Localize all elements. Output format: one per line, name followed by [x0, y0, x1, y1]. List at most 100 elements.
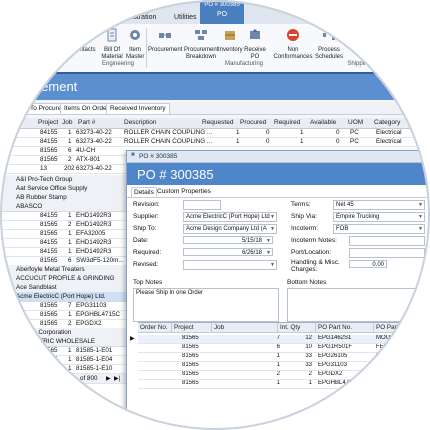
- terms-field[interactable]: Net 45 ▼: [333, 200, 425, 210]
- col-po-part-no[interactable]: PO Part No.: [316, 323, 374, 333]
- col-procured[interactable]: Procured: [240, 119, 266, 126]
- top-notes-field[interactable]: Please Ship in one Order: [133, 288, 279, 322]
- date-field[interactable]: 5/15/18 ▼: [183, 236, 273, 244]
- cell-part: 63273-40-22: [76, 129, 112, 136]
- cell-uom: PC: [350, 129, 359, 136]
- po-title-bar: PO # 300385: [127, 163, 430, 185]
- tab-received-inventory[interactable]: Received Inventory: [106, 103, 170, 115]
- supplier-field[interactable]: Acme ElectricC (Port Hope) Ltd ▼: [183, 212, 277, 222]
- receive-po-button[interactable]: Receive PO: [244, 28, 266, 61]
- cell-job: 1: [68, 230, 72, 237]
- cell-part: EPGHBL4715C: [76, 311, 121, 318]
- shipping-button[interactable]: Sh...: [350, 28, 368, 54]
- chevron-down-icon[interactable]: ▼: [418, 201, 423, 209]
- col-order-no[interactable]: Order No.: [138, 323, 172, 333]
- ship-to-field[interactable]: Acme Design Company Ltd (A ▼: [183, 224, 277, 234]
- pager-last-icon[interactable]: ▶|: [114, 375, 120, 382]
- po-line-row[interactable]: ▶ 81565 7 12 EPG1462S1 MOUNTING BRA...: [130, 335, 430, 344]
- bottom-notes-field[interactable]: [287, 288, 427, 322]
- cell-project: 81565: [40, 365, 58, 372]
- tab-custom-properties[interactable]: Custom Properties: [155, 187, 213, 196]
- group-engineering: Engineering: [101, 61, 135, 67]
- pager-next-icon[interactable]: ▶: [106, 375, 111, 382]
- item-master-button[interactable]: Item Master: [126, 28, 144, 61]
- procurement-icon: [159, 33, 171, 38]
- ship-via-value: Empire Trucking: [336, 214, 380, 220]
- handling-charges-field[interactable]: 0.00: [349, 260, 387, 268]
- tab-po-context[interactable]: PO # 300385 PO: [200, 0, 244, 24]
- cell-job: 6: [68, 257, 72, 264]
- cell-qty: 12: [305, 335, 312, 341]
- procurement-button[interactable]: Procurement: [148, 28, 182, 54]
- col-project[interactable]: Project: [172, 323, 212, 333]
- cell-job: 2: [68, 156, 72, 163]
- po-line-row[interactable]: 81565 1 33 EPG26105 2MM BAR PROFI...: [138, 353, 430, 362]
- tab-items-on-order[interactable]: Items On Order: [60, 103, 113, 115]
- chevron-down-icon[interactable]: ▼: [418, 213, 423, 221]
- cell-job: 6: [68, 147, 72, 154]
- required-date-field[interactable]: 6/26/18 ▼: [183, 248, 273, 256]
- shipping-label: Sh...: [352, 47, 366, 53]
- col-requested[interactable]: Requested: [202, 119, 233, 126]
- cell-requested: 1: [236, 138, 240, 145]
- tab-details[interactable]: Details: [131, 187, 157, 197]
- contacts-label: ...ntacts: [74, 47, 96, 53]
- col-project[interactable]: Project: [38, 119, 58, 126]
- chevron-down-icon[interactable]: ▼: [270, 225, 275, 233]
- bill-of-material-button[interactable]: Bill Of Material: [100, 28, 124, 61]
- chevron-down-icon[interactable]: ▼: [266, 237, 271, 243]
- revision-field[interactable]: [183, 200, 221, 210]
- po-window-icon: ■: [131, 152, 135, 158]
- chevron-down-icon[interactable]: ▼: [270, 261, 275, 269]
- col-po-part-description[interactable]: PO Part Description: [374, 323, 430, 333]
- revised-field[interactable]: ▼: [183, 260, 277, 270]
- required-date-value: 6/26/18: [241, 250, 262, 256]
- inventory-button[interactable]: Inventory: [218, 28, 243, 54]
- col-uom[interactable]: UOM: [348, 119, 363, 126]
- col-int-qty[interactable]: Int. Qty: [278, 323, 316, 333]
- col-description[interactable]: Description: [124, 119, 157, 126]
- ship-via-label: Ship Via:: [291, 213, 317, 220]
- incoterm-notes-label: Incoterm Notes:: [291, 237, 337, 244]
- col-job[interactable]: Job: [212, 323, 278, 333]
- tab-utilities[interactable]: Utilities: [174, 14, 197, 21]
- bill-of-material-icon: [107, 28, 117, 42]
- tab-po[interactable]: PO: [200, 8, 244, 18]
- process-schedules-button[interactable]: Process Schedules: [314, 28, 344, 61]
- col-part[interactable]: Part #: [78, 119, 95, 126]
- cell-part: 63273-40-22: [76, 138, 112, 145]
- vendor-group-label: A&I Pro-Tech Group: [16, 176, 73, 183]
- col-required[interactable]: Required: [274, 119, 300, 126]
- chevron-down-icon[interactable]: ▼: [418, 225, 423, 233]
- incoterm-notes-field[interactable]: [349, 236, 425, 246]
- po-line-row[interactable]: 81565 1 33 EPG31103 FEMALE...: [138, 362, 430, 371]
- port-location-label: Port/Location:: [291, 249, 332, 256]
- cell-project: 81565: [40, 230, 58, 237]
- incoterm-field[interactable]: FOB ▼: [333, 224, 425, 234]
- po-line-row[interactable]: 81565 1 1 EPGHBL4715C EPG...: [138, 380, 430, 389]
- col-job[interactable]: Job: [62, 119, 72, 126]
- col-category[interactable]: Category: [374, 119, 400, 126]
- tab-administration[interactable]: Administration: [112, 14, 156, 21]
- ship-via-field[interactable]: Empire Trucking ▼: [333, 212, 425, 222]
- contacts-icon: [80, 30, 90, 40]
- table-row[interactable]: 13 202 63273-40-22: [0, 164, 130, 174]
- cell-project: 81565: [182, 362, 199, 368]
- non-conformances-button[interactable]: Non Conformances: [272, 28, 314, 61]
- po-line-row[interactable]: 81565 2 2 EPGDX2 FEMALE...: [138, 371, 430, 380]
- receive-po-label: Receive PO: [244, 47, 266, 60]
- table-row[interactable]: 81565 1 81585-1-E10: [0, 364, 130, 374]
- contacts-button[interactable]: ...ntacts: [74, 28, 96, 54]
- po-line-row[interactable]: 81565 6 10 EPG1R501F FERRULE GROUP...: [138, 344, 430, 353]
- procurement-breakdown-button[interactable]: Procurement Breakdown: [184, 28, 218, 61]
- cell-description: ROLLER CHAIN COUPLING ...: [124, 138, 213, 145]
- procurement-label: Procurement: [148, 47, 183, 53]
- cell-job: 1: [68, 212, 72, 219]
- chevron-down-icon[interactable]: ▼: [270, 213, 275, 221]
- port-location-field[interactable]: [349, 248, 425, 258]
- cell-job: 1: [68, 248, 72, 255]
- cell-project: 81565: [182, 371, 199, 377]
- chevron-down-icon[interactable]: ▼: [266, 249, 271, 255]
- col-available[interactable]: Available: [310, 119, 336, 126]
- cell-description: MOUNTING BRA...: [376, 335, 428, 341]
